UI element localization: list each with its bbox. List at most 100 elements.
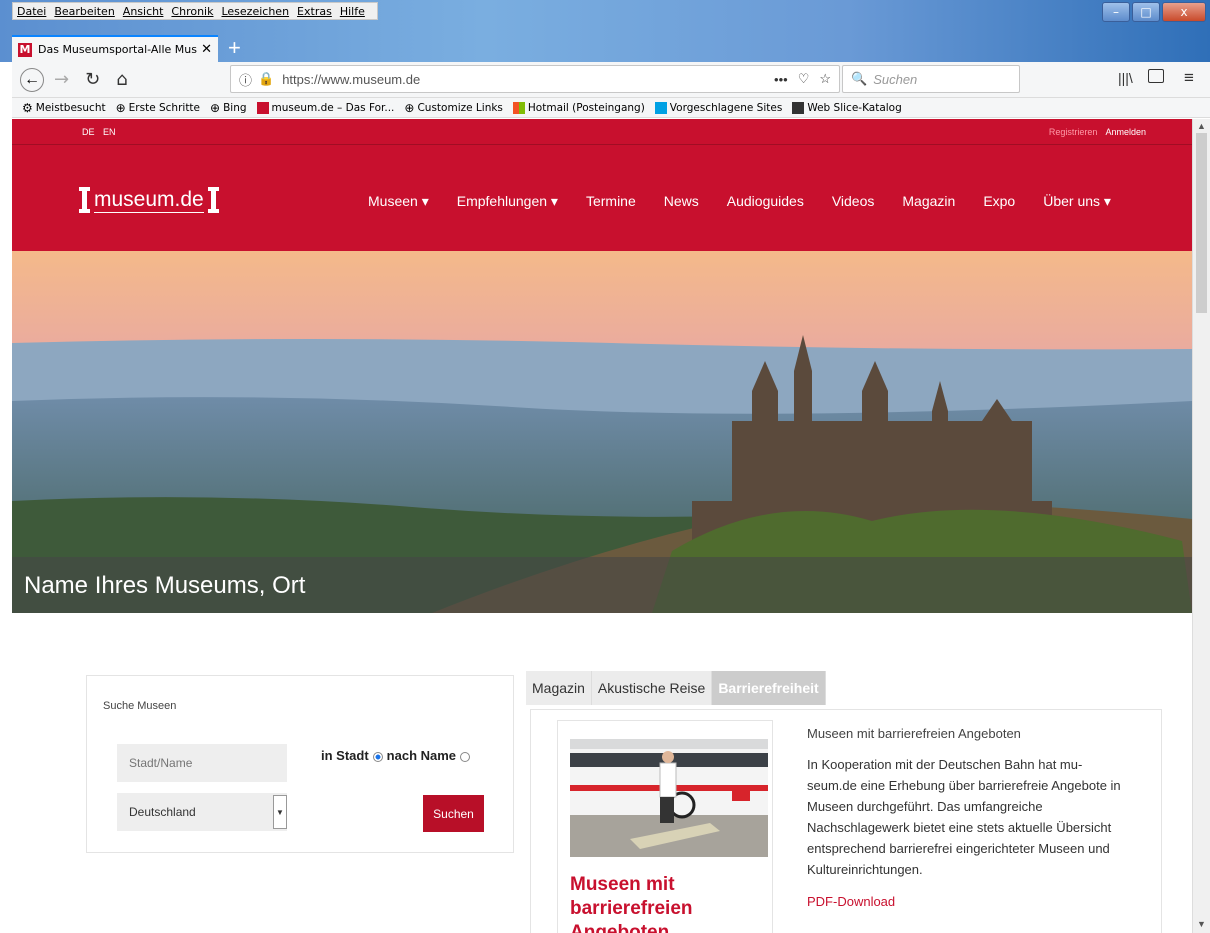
page-actions-icon[interactable]: ••• <box>774 72 788 87</box>
menu-hilfe[interactable]: Hilfe <box>340 5 365 18</box>
nav-expo[interactable]: Expo <box>983 193 1015 210</box>
nav-ueber-uns[interactable]: Über uns ▾ <box>1043 193 1111 210</box>
url-text[interactable]: https://www.museum.de <box>282 72 764 87</box>
search-input[interactable]: 🔍 Suchen <box>842 65 1020 93</box>
url-bar[interactable]: ⓘ 🔒 https://www.museum.de ••• ♡ ☆ <box>230 65 840 93</box>
menu-ansicht[interactable]: Ansicht <box>123 5 164 18</box>
bookmark-label: Vorgeschlagene Sites <box>669 101 783 114</box>
tab-magazin[interactable]: Magazin <box>526 671 592 705</box>
forward-button[interactable]: → <box>54 69 69 90</box>
bookmark-label: Customize Links <box>417 101 503 114</box>
tab-title: Das Museumsportal-Alle Muse <box>38 43 198 56</box>
bookmark-bing[interactable]: ⊕ Bing <box>210 101 247 115</box>
page-scrollbar[interactable]: ▲ ▼ <box>1192 119 1210 933</box>
site-header: museum.de Museen ▾ Empfehlungen ▾ Termin… <box>12 145 1192 251</box>
menu-extras[interactable]: Extras <box>297 5 332 18</box>
nav-news[interactable]: News <box>664 193 699 210</box>
museum-search-box: Suche Museen Deutschland ▼ in Stadt nach … <box>86 675 514 853</box>
globe-icon: ⊕ <box>210 100 221 115</box>
lang-en-link[interactable]: EN <box>103 127 116 137</box>
navigation-toolbar: ← → ↻ ⌂ ⓘ 🔒 https://www.museum.de ••• ♡ … <box>12 62 1210 98</box>
bookmark-customize-links[interactable]: ⊕ Customize Links <box>404 101 503 115</box>
library-icon[interactable]: |||\ <box>1118 70 1133 86</box>
radio-city[interactable] <box>372 751 383 762</box>
bookmark-label: Hotmail (Posteingang) <box>527 101 645 114</box>
radio-name-label: nach Name <box>386 748 457 763</box>
pdf-download-link[interactable]: PDF-Download <box>807 894 895 909</box>
scroll-thumb[interactable] <box>1196 133 1207 313</box>
main-navigation: Museen ▾ Empfehlungen ▾ Termine News Aud… <box>368 193 1139 210</box>
bookmark-vorgeschlagene-sites[interactable]: Vorgeschlagene Sites <box>654 101 783 114</box>
tab-barrierefreiheit[interactable]: Barrierefreiheit <box>712 671 826 705</box>
city-name-input[interactable] <box>117 744 287 782</box>
bookmark-meistbesucht[interactable]: ⚙ Meistbesucht <box>22 101 106 115</box>
card-title[interactable]: Museen mit barrierefreien Angeboten <box>570 873 770 933</box>
radio-city-label: in Stadt <box>321 748 369 763</box>
window-controls: – □ x <box>1102 2 1206 22</box>
pocket-icon[interactable]: ♡ <box>798 71 810 87</box>
bookmark-hotmail[interactable]: Hotmail (Posteingang) <box>512 101 645 114</box>
globe-icon: ⊕ <box>404 100 415 115</box>
search-mode-radios: in Stadt nach Name <box>321 748 474 763</box>
bookmark-erste-schritte[interactable]: ⊕ Erste Schritte <box>116 101 200 115</box>
maximize-button[interactable]: □ <box>1132 2 1160 22</box>
sidebar-icon[interactable] <box>1148 69 1164 83</box>
nav-magazin[interactable]: Magazin <box>902 193 955 210</box>
nav-videos[interactable]: Videos <box>832 193 875 210</box>
museum-favicon-icon <box>256 101 269 114</box>
menu-datei[interactable]: Datei <box>17 5 46 18</box>
scroll-down-icon[interactable]: ▼ <box>1197 919 1206 929</box>
tab-akustische-reise[interactable]: Akustische Reise <box>591 671 713 705</box>
train-ramp-image <box>570 739 768 857</box>
scroll-up-icon[interactable]: ▲ <box>1197 121 1206 131</box>
museum-favicon-icon: M <box>18 42 32 57</box>
back-button[interactable]: ← <box>20 67 44 92</box>
bookmark-museum[interactable]: museum.de – Das For... <box>256 101 394 114</box>
nav-termine[interactable]: Termine <box>586 193 636 210</box>
close-window-button[interactable]: x <box>1162 2 1206 22</box>
nav-empfehlungen[interactable]: Empfehlungen ▾ <box>457 193 558 210</box>
browser-window: { "browser": { "menu": ["Datei","Bearbei… <box>0 0 1210 933</box>
reload-button[interactable]: ↻ <box>85 69 100 90</box>
panel-title: Museen mit barrierefreien Angeboten <box>807 726 1021 741</box>
new-tab-button[interactable]: + <box>228 36 241 60</box>
bookmarks-bar: ⚙ Meistbesucht ⊕ Erste Schritte ⊕ Bing muse… <box>12 98 1210 118</box>
search-placeholder: Suchen <box>873 71 918 87</box>
search-submit-button[interactable]: Suchen <box>423 795 484 832</box>
browser-tab[interactable]: M Das Museumsportal-Alle Muse ✕ <box>12 35 218 62</box>
nav-audioguides[interactable]: Audioguides <box>727 193 804 210</box>
menu-chronik[interactable]: Chronik <box>171 5 213 18</box>
register-link[interactable]: Registrieren <box>1049 127 1098 137</box>
country-select[interactable]: Deutschland <box>117 793 287 831</box>
chevron-down-icon[interactable]: ▼ <box>273 795 287 829</box>
lang-de-link[interactable]: DE <box>82 127 95 137</box>
feature-card[interactable]: Museen mit barrierefreien Angeboten <box>557 720 773 933</box>
web-page: DE EN Registrieren Anmelden museum.de Mu… <box>12 119 1192 933</box>
menu-bearbeiten[interactable]: Bearbeiten <box>54 5 114 18</box>
bookmark-star-icon[interactable]: ☆ <box>819 71 831 87</box>
tab-close-icon[interactable]: ✕ <box>201 42 212 57</box>
search-icon: 🔍 <box>851 71 868 86</box>
login-link[interactable]: Anmelden <box>1105 127 1146 137</box>
language-switch: DE EN <box>82 127 122 137</box>
radio-name[interactable] <box>460 751 471 762</box>
panel-body: In Kooperation mit der Deutschen Bahn ha… <box>807 757 1121 877</box>
info-icon[interactable]: ⓘ <box>239 70 252 89</box>
auth-links: Registrieren Anmelden <box>1049 127 1146 137</box>
hamburger-menu-icon[interactable]: ≡ <box>1184 68 1194 88</box>
hero-banner: Name Ihres Museums, Ort <box>12 251 1192 613</box>
tab-panel: Museen mit barrierefreien Angeboten Muse… <box>530 709 1162 933</box>
pillar-icon <box>207 187 219 213</box>
title-bar: Datei Bearbeiten Ansicht Chronik Lesezei… <box>0 0 1210 62</box>
bing-icon <box>654 101 667 114</box>
hero-caption: Name Ihres Museums, Ort <box>12 557 1192 613</box>
web-slice-icon <box>792 101 805 114</box>
bookmark-web-slice[interactable]: Web Slice-Katalog <box>792 101 902 114</box>
menu-lesezeichen[interactable]: Lesezeichen <box>221 5 289 18</box>
lock-icon[interactable]: 🔒 <box>258 71 274 87</box>
nav-museen[interactable]: Museen ▾ <box>368 193 429 210</box>
home-button[interactable]: ⌂ <box>116 69 127 90</box>
minimize-button[interactable]: – <box>1102 2 1130 22</box>
site-logo[interactable]: museum.de <box>79 187 219 213</box>
bookmark-label: Meistbesucht <box>35 101 106 114</box>
